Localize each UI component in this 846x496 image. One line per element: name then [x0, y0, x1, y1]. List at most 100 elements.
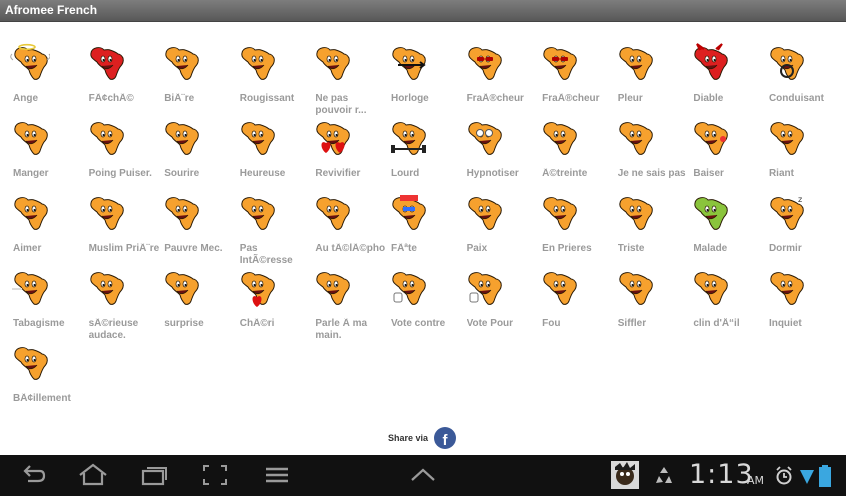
emoticon-item[interactable]: Je ne sais pas — [615, 117, 691, 192]
emoticon-item[interactable]: Hypnotiser — [464, 117, 540, 192]
emoticon-label: Malade — [693, 243, 728, 254]
svg-text:z: z — [798, 195, 802, 204]
emoticon-item[interactable]: BÃ¢illement — [10, 342, 86, 417]
recent-apps-icon[interactable] — [140, 463, 170, 487]
emoticon-label: Ne pas pouvoir r... — [315, 93, 367, 116]
app-title: Afromee French — [5, 3, 98, 17]
emoticon-item[interactable]: Poing Puiser. — [86, 117, 162, 192]
emoticon-item[interactable]: Ne pas pouvoir r... — [312, 42, 388, 117]
emoticon-label: Manger — [13, 168, 49, 179]
emoticon-item[interactable]: Ã©treinte — [539, 117, 615, 192]
emoticon-item[interactable]: Heureuse — [237, 117, 313, 192]
emoticon-item[interactable]: Parle Ã ma main. — [312, 267, 388, 342]
chevron-up-icon[interactable] — [410, 467, 436, 483]
crying-face-icon — [619, 47, 653, 80]
emoticon-item[interactable]: Ange — [10, 42, 86, 117]
emoticon-item[interactable]: Conduisant — [766, 42, 842, 117]
battery-icon — [819, 465, 831, 487]
emoticon-item[interactable]: FÃ¢chÃ© — [86, 42, 162, 117]
emoticon-label: Vote contre — [390, 318, 446, 329]
emoticon-item[interactable]: Rougissant — [237, 42, 313, 117]
emoticon-item[interactable]: sÃ©rieuse audace. — [86, 267, 162, 342]
emoticon-item[interactable]: Triste — [615, 192, 691, 267]
facebook-icon[interactable]: f — [434, 427, 457, 449]
emoticon-label: sÃ©rieuse audace. — [88, 318, 139, 341]
emoticon-item[interactable]: Baiser — [690, 117, 766, 192]
emoticon-item[interactable]: Fou — [539, 267, 615, 342]
not-interested-face-icon — [241, 197, 275, 230]
angel-face-icon — [10, 43, 50, 80]
angry-face-icon — [89, 47, 124, 80]
revive-face-icon — [316, 122, 351, 155]
screenshot-icon[interactable] — [202, 463, 228, 487]
serious-face-icon — [89, 272, 124, 305]
emoticon-label: Diable — [693, 93, 724, 104]
emoticon-item[interactable]: FraÃ®cheur — [539, 42, 615, 117]
emoticon-label: Poing Puiser. — [88, 168, 152, 179]
emoticon-item[interactable]: Pleur — [615, 42, 691, 117]
emoticon-item[interactable]: Siffler — [615, 267, 691, 342]
emoticon-label: Triste — [617, 243, 645, 254]
emoticon-label: Riant — [768, 168, 794, 179]
app-notification-icon[interactable] — [611, 461, 639, 489]
emoticon-item[interactable]: Horloge — [388, 42, 464, 117]
emoticon-item[interactable]: Riant — [766, 117, 842, 192]
emoticon-item[interactable]: Tabagisme — [10, 267, 86, 342]
emoticon-item[interactable]: Diable — [690, 42, 766, 117]
emoticon-item[interactable]: ChÃ©ri — [237, 267, 313, 342]
emoticon-item[interactable]: clin d'Å“il — [690, 267, 766, 342]
love-face-icon — [14, 197, 48, 230]
emoticon-item[interactable]: Pauvre Mec. — [161, 192, 237, 267]
emoticon-label: Au tÃ©lÃ©pho — [315, 243, 386, 254]
alarm-icon — [776, 466, 792, 485]
praying-face-icon — [543, 197, 577, 230]
emoticon-item[interactable]: En Prieres — [539, 192, 615, 267]
emoticon-label: Siffler — [617, 318, 647, 329]
emoticon-item[interactable]: Paix — [464, 192, 540, 267]
emoticon-label: surprise — [164, 318, 204, 329]
devil-face-icon — [694, 43, 729, 80]
emoticon-label: FÃ¢chÃ© — [88, 93, 134, 104]
system-navigation-bar: 1:13 AM — [0, 455, 846, 496]
emoticon-label: Conduisant — [768, 93, 824, 104]
emoticon-item[interactable]: Vote contre — [388, 267, 464, 342]
emoticon-label: Paix — [466, 243, 488, 254]
dont-know-face-icon — [619, 122, 653, 155]
emoticon-label: Inquiet — [768, 318, 802, 329]
cool-face-2-icon — [543, 47, 577, 80]
emoticon-item[interactable]: Inquiet — [766, 267, 842, 342]
eating-face-icon — [14, 122, 48, 155]
emoticon-item[interactable]: Revivifier — [312, 117, 388, 192]
emoticon-item[interactable]: FraÃ®cheur — [464, 42, 540, 117]
whistle-face-icon — [619, 272, 653, 305]
emoticon-item[interactable]: z Dormir — [766, 192, 842, 267]
worried-face-icon — [770, 272, 804, 305]
emoticon-item[interactable]: surprise — [161, 267, 237, 342]
emoticon-item[interactable]: Aimer — [10, 192, 86, 267]
emoticon-item[interactable]: Manger — [10, 117, 86, 192]
emoticon-label: Pas IntÃ©resse — [239, 243, 293, 266]
menu-icon[interactable] — [264, 463, 290, 487]
emoticon-item[interactable]: Vote Pour — [464, 267, 540, 342]
cannot-face-icon — [316, 47, 351, 80]
emoticon-item[interactable]: FÃªte — [388, 192, 464, 267]
emoticon-item[interactable]: Pas IntÃ©resse — [237, 192, 313, 267]
poor-guy-face-icon — [165, 197, 199, 230]
clock-ampm: AM — [747, 474, 765, 487]
emoticon-item[interactable]: Lourd — [388, 117, 464, 192]
emoticon-label: FraÃ®cheur — [466, 93, 524, 104]
emoticon-item[interactable]: Au tÃ©lÃ©pho — [312, 192, 388, 267]
emoticon-label: Muslim PriÃ¨re — [88, 243, 160, 254]
smoking-face-icon — [12, 272, 48, 305]
beer-face-icon — [165, 47, 199, 80]
talk-to-hand-face-icon — [316, 272, 351, 305]
emoticon-item[interactable]: BiÃ¨re — [161, 42, 237, 117]
emoticon-item[interactable]: Sourire — [161, 117, 237, 192]
clock-time: 1:13 — [689, 459, 754, 490]
emoticon-item[interactable]: Malade — [690, 192, 766, 267]
home-icon[interactable] — [78, 463, 108, 487]
surprise-face-icon — [165, 272, 199, 305]
emoticon-item[interactable]: Muslim PriÃ¨re — [86, 192, 162, 267]
back-icon[interactable] — [18, 463, 46, 487]
emoticon-label: Tabagisme — [13, 318, 65, 329]
